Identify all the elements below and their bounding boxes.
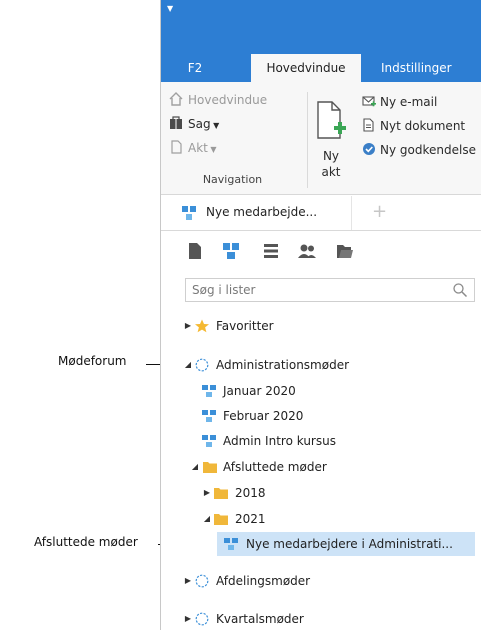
new-email-button[interactable]: Ny e-mail <box>362 92 437 112</box>
tab-hovedvindue[interactable]: Hovedvindue <box>251 54 361 82</box>
collapse-arrow-icon[interactable]: ◢ <box>183 353 193 377</box>
email-icon <box>362 96 376 107</box>
tree-item-kvartalsmoder[interactable]: ▶ Kvartalsmøder <box>161 607 481 630</box>
tree-item-favoritter[interactable]: ▶ Favoritter <box>161 314 481 338</box>
meeting-icon <box>224 538 238 550</box>
meeting-icon <box>202 410 216 422</box>
star-icon <box>195 319 209 333</box>
new-approval-button[interactable]: Ny godkendelse <box>362 140 476 160</box>
new-document-label: Nyt dokument <box>380 119 466 133</box>
tab-f2[interactable]: F2 <box>177 54 213 82</box>
meeting-forum-icon <box>195 612 209 626</box>
case-icon <box>170 116 182 129</box>
nav-home-label: Hovedvindue <box>188 93 268 107</box>
approval-check-icon <box>363 143 375 155</box>
nav-case-label: Sag <box>188 117 211 131</box>
tree-label-februar-2020: Februar 2020 <box>223 409 304 423</box>
tree-item-2021[interactable]: ◢ 2021 <box>161 507 481 531</box>
contacts-icon[interactable] <box>297 241 317 261</box>
new-email-label: Ny e-mail <box>380 95 438 109</box>
meeting-icon <box>202 435 216 447</box>
tree-item-afdelingsmoder[interactable]: ▶ Afdelingsmøder <box>161 569 481 593</box>
tree-item-2018[interactable]: ▶ 2018 <box>161 481 481 505</box>
list-tab-label: Nye medarbejde... <box>206 205 318 219</box>
tree-item-februar-2020[interactable]: Februar 2020 <box>161 404 481 428</box>
tree-item-nye-medarbejdere[interactable]: Nye medarbejdere i Administrati... <box>217 532 475 556</box>
expand-arrow-icon[interactable]: ▶ <box>202 481 212 505</box>
tree-label-favoritter: Favoritter <box>216 319 274 333</box>
add-tab-icon[interactable]: + <box>372 201 387 222</box>
tree-item-administrationsmoder[interactable]: ◢ Administrationsmøder <box>161 353 481 377</box>
new-document-icon <box>363 118 374 132</box>
tree-label-2021: 2021 <box>235 512 266 526</box>
collapse-arrow-icon[interactable]: ◢ <box>202 507 212 531</box>
expand-arrow-icon[interactable]: ▶ <box>183 569 193 593</box>
list-search-box <box>185 278 475 302</box>
folder-icon <box>203 462 217 473</box>
nav-case-button[interactable]: Sag ▼ <box>169 114 219 134</box>
search-icon[interactable] <box>452 282 468 298</box>
tree-label-kvartalsmoder: Kvartalsmøder <box>216 612 304 626</box>
new-record-button[interactable]: Ny akt <box>311 98 351 179</box>
document-list-icon[interactable] <box>185 241 205 261</box>
list-tab-nye-medarbejdere[interactable]: Nye medarbejde... <box>161 196 352 230</box>
f2-app-window: ▼ F2 Hovedvindue Indstillinger Hovedvind… <box>160 0 481 630</box>
search-input[interactable] <box>186 279 442 301</box>
collapse-arrow-icon[interactable]: ◢ <box>190 455 200 479</box>
list-type-toolbar <box>161 236 481 266</box>
tree-item-afsluttede-moder[interactable]: ◢ Afsluttede møder <box>161 455 481 479</box>
record-dropdown-icon: ▼ <box>207 145 217 154</box>
tree-label-2018: 2018 <box>235 486 266 500</box>
folder-icon <box>214 488 228 499</box>
tree-label-administrationsmoder: Administrationsmøder <box>216 358 350 372</box>
annotation-afsluttede: Afsluttede møder <box>34 535 138 549</box>
expand-arrow-icon[interactable]: ▶ <box>183 607 193 630</box>
new-record-label-2: akt <box>321 165 341 179</box>
new-document-button[interactable]: Nyt dokument <box>362 116 465 136</box>
new-approval-label: Ny godkendelse <box>380 143 476 157</box>
ribbon-tab-bar: ▼ F2 Hovedvindue Indstillinger <box>161 0 481 82</box>
folder-icon <box>214 514 228 525</box>
list-lines-icon[interactable] <box>261 241 281 261</box>
list-icon <box>182 206 196 220</box>
list-tab-bar: Nye medarbejde... + <box>161 196 481 231</box>
tree-label-afdelingsmoder: Afdelingsmøder <box>216 574 311 588</box>
document-icon <box>171 140 182 154</box>
ribbon-separator <box>307 92 308 188</box>
nav-home-button[interactable]: Hovedvindue <box>169 90 267 110</box>
ribbon: Hovedvindue Sag ▼ Akt ▼ Navigation Ny akt… <box>161 82 481 195</box>
case-dropdown-icon: ▼ <box>210 121 220 130</box>
nav-record-button[interactable]: Akt ▼ <box>169 138 217 158</box>
tree-label-afsluttede-moder: Afsluttede møder <box>223 460 327 474</box>
meeting-forum-icon <box>195 574 209 588</box>
ribbon-group-navigation: Navigation <box>202 173 263 186</box>
nav-record-label: Akt <box>188 141 208 155</box>
tab-indstillinger[interactable]: Indstillinger <box>381 54 452 82</box>
folder-document-icon[interactable] <box>335 241 355 261</box>
tree-label-admin-intro-kursus: Admin Intro kursus <box>223 434 336 448</box>
tree-item-januar-2020[interactable]: Januar 2020 <box>161 379 481 403</box>
meeting-icon <box>202 385 216 397</box>
tree-label-januar-2020: Januar 2020 <box>223 384 296 398</box>
new-document-large-icon <box>317 101 346 139</box>
home-icon <box>169 92 183 106</box>
annotation-modeforum: Mødeforum <box>58 354 127 368</box>
tree-item-admin-intro-kursus[interactable]: Admin Intro kursus <box>161 429 481 453</box>
new-record-label-1: Ny <box>322 149 340 163</box>
meeting-forum-icon <box>195 358 209 372</box>
meeting-list-icon[interactable] <box>221 241 241 261</box>
quick-access-caret-icon[interactable]: ▼ <box>167 4 173 14</box>
expand-arrow-icon[interactable]: ▶ <box>183 314 193 338</box>
tree-label-nye-medarbejdere: Nye medarbejdere i Administrati... <box>246 537 453 551</box>
